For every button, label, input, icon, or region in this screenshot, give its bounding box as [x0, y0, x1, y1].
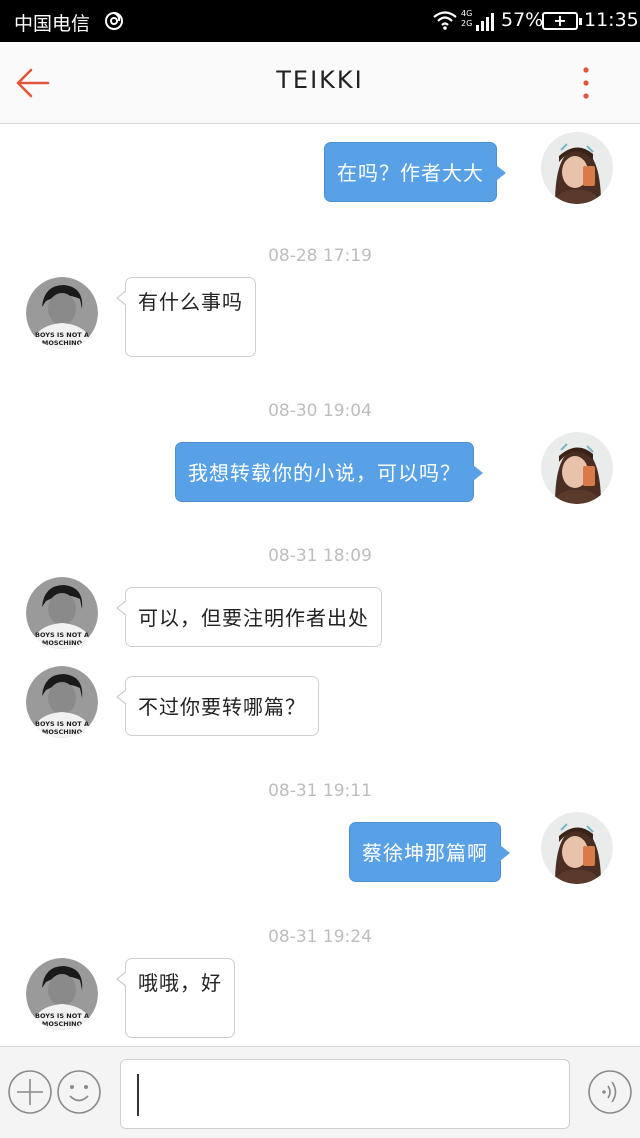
text-caret [137, 1074, 139, 1116]
clock: 11:35 [584, 9, 639, 31]
timestamp: 08-31 19:24 [268, 927, 372, 947]
arrow-left-icon[interactable] [12, 62, 54, 104]
message-bubble-received[interactable]: 有什么事吗 [116, 277, 256, 357]
message-input[interactable] [120, 1059, 570, 1129]
battery-percent: 57% [501, 9, 544, 31]
timestamp: 08-31 18:09 [268, 546, 372, 566]
my-avatar[interactable] [541, 812, 613, 884]
message-bubble-sent[interactable]: 我想转载你的小说，可以吗？ [175, 442, 483, 502]
svg-text:BOYS IS NOT A: BOYS IS NOT A [35, 331, 89, 339]
wifi-icon [433, 11, 457, 30]
timestamp: 08-28 17:19 [268, 246, 372, 266]
contact-avatar[interactable]: BOYS IS NOT A MOSCHINO [26, 277, 98, 349]
svg-text:BOYS IS NOT A: BOYS IS NOT A [35, 631, 89, 639]
message-bubble-sent[interactable]: 在吗？作者大大 [324, 142, 506, 202]
message-bubble-received[interactable]: 可以，但要注明作者出处 [116, 587, 382, 647]
message-bubble-received[interactable]: 哦哦，好 [116, 958, 235, 1038]
chat-header: TEIKKI [0, 42, 640, 124]
svg-text:MOSCHINO: MOSCHINO [42, 339, 83, 347]
my-avatar[interactable] [541, 432, 613, 504]
svg-text:BOYS IS NOT A: BOYS IS NOT A [35, 1012, 89, 1020]
network-type-label: 4G 2G [461, 9, 473, 28]
contact-avatar[interactable]: BOYS IS NOT A MOSCHINO [26, 577, 98, 649]
svg-text:MOSCHINO: MOSCHINO [42, 1020, 83, 1028]
message-bubble-received[interactable]: 不过你要转哪篇？ [116, 676, 319, 736]
netease-icon [105, 12, 123, 30]
my-avatar[interactable] [541, 132, 613, 204]
timestamp: 08-31 19:11 [268, 781, 372, 801]
message-input-bar [0, 1046, 640, 1138]
contact-avatar[interactable]: BOYS IS NOT A MOSCHINO [26, 958, 98, 1030]
timestamp: 08-30 19:04 [268, 401, 372, 421]
message-text-field[interactable] [121, 1060, 569, 1128]
more-vertical-icon[interactable] [574, 62, 598, 104]
plus-circle-icon[interactable] [7, 1069, 53, 1115]
chat-thread[interactable]: 在吗？作者大大 08-28 17:19 BOYS IS NOT A MOSCHI… [0, 124, 640, 1046]
smiley-icon[interactable] [56, 1069, 102, 1115]
svg-text:MOSCHINO: MOSCHINO [42, 728, 83, 736]
battery-icon: + [542, 11, 582, 30]
message-bubble-sent[interactable]: 蔡徐坤那篇啊 [349, 822, 510, 882]
contact-avatar[interactable]: BOYS IS NOT A MOSCHINO [26, 666, 98, 738]
svg-text:BOYS IS NOT A: BOYS IS NOT A [35, 720, 89, 728]
voice-icon[interactable] [587, 1069, 633, 1115]
svg-text:MOSCHINO: MOSCHINO [42, 639, 83, 647]
carrier-label: 中国电信 [14, 13, 91, 35]
signal-icon [476, 13, 494, 31]
page-title: TEIKKI [276, 66, 364, 94]
status-bar: 中国电信 4G 2G 57% + 11:35 [0, 0, 640, 42]
